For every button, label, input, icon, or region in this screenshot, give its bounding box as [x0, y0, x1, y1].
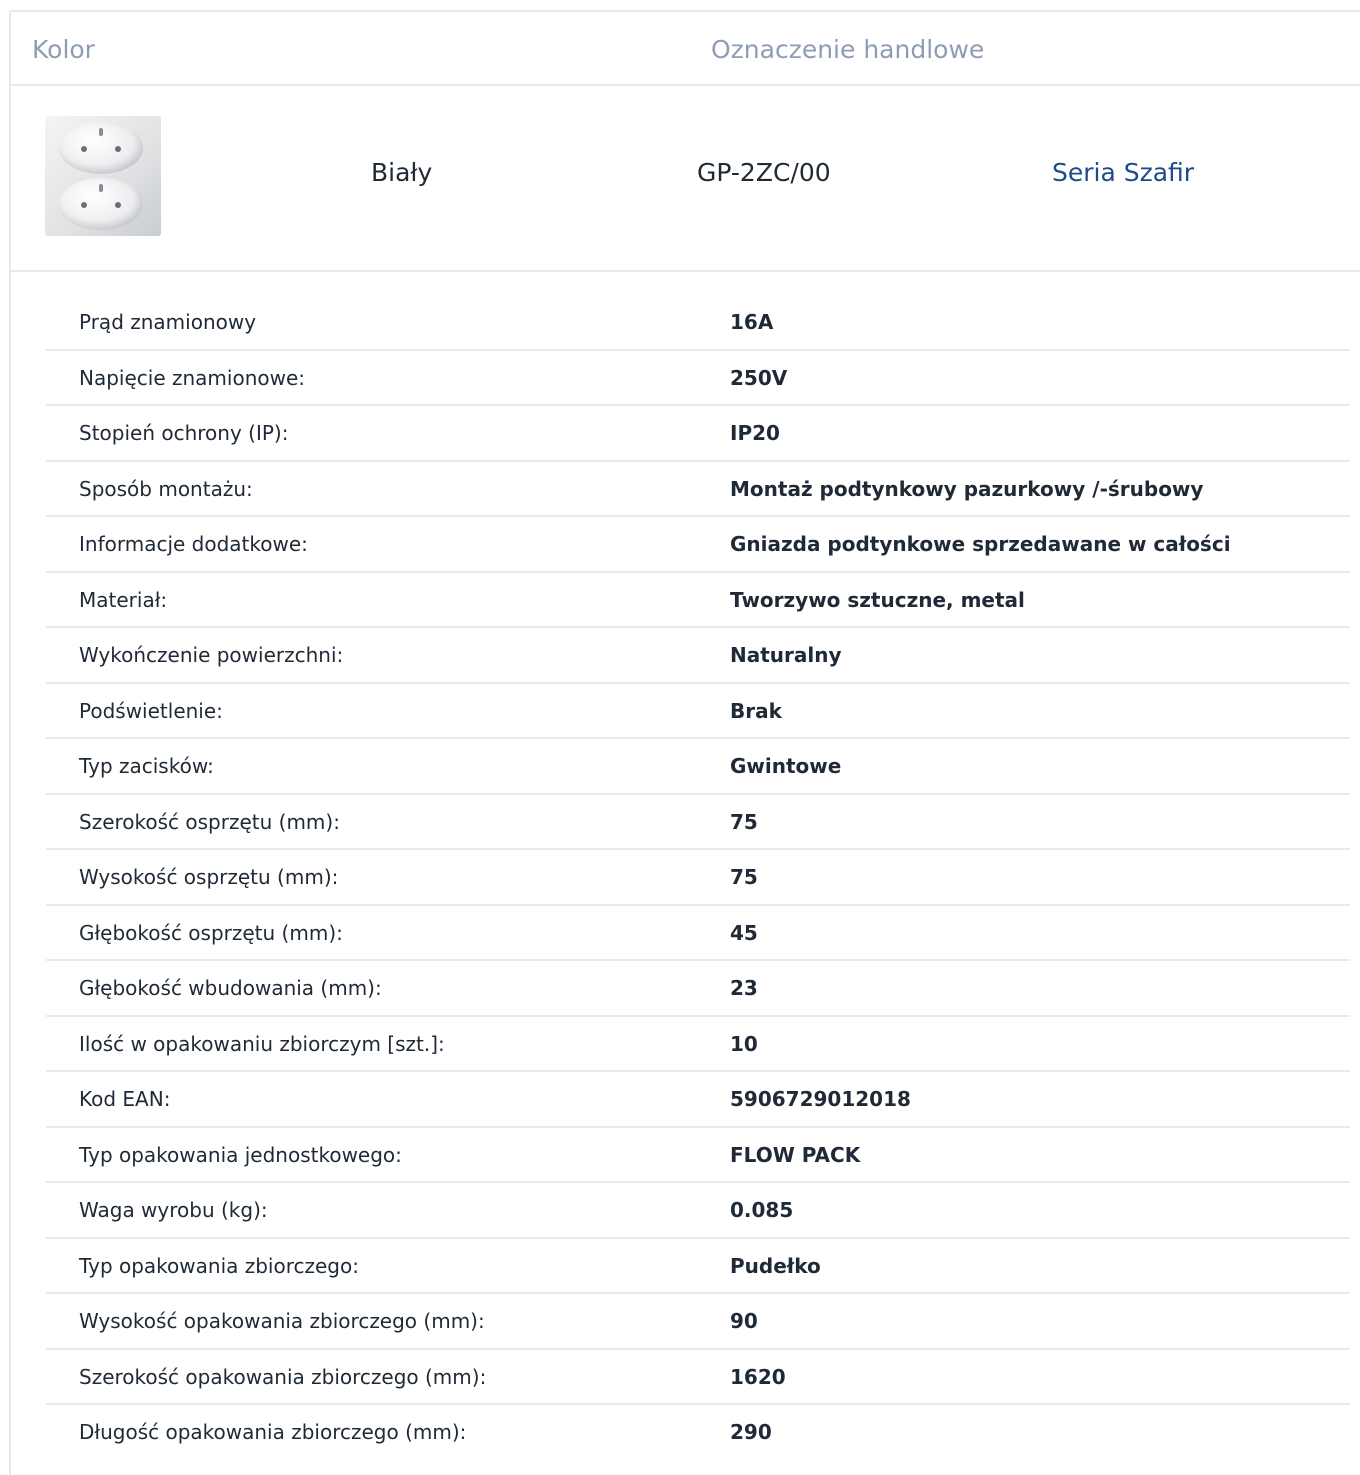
- spec-label: Typ opakowania jednostkowego:: [79, 1142, 402, 1167]
- spec-label: Szerokość osprzętu (mm):: [79, 809, 340, 834]
- table-row: Podświetlenie: Brak: [46, 684, 1350, 739]
- table-row: Waga wyrobu (kg): 0.085: [46, 1183, 1350, 1239]
- spec-value: FLOW PACK: [730, 1142, 861, 1167]
- socket-bottom: [59, 178, 143, 230]
- double-socket-icon: [45, 116, 161, 236]
- spec-label: Szerokość opakowania zbiorczego (mm):: [79, 1364, 487, 1389]
- spec-value: IP20: [730, 421, 780, 445]
- spec-table: Prąd znamionowy 16A Napięcie znamionowe: 25…: [46, 295, 1350, 1461]
- socket-top: [59, 122, 143, 174]
- table-row: Szerokość opakowania zbiorczego (mm): 162…: [46, 1350, 1350, 1405]
- table-row: Typ opakowania zbiorczego: Pudełko: [46, 1239, 1350, 1294]
- table-row: Wykończenie powierzchni: Naturalny: [46, 628, 1350, 684]
- spec-label: Kod EAN:: [79, 1087, 171, 1111]
- spec-value: 75: [730, 809, 758, 834]
- spec-label: Głębokość osprzętu (mm):: [79, 920, 343, 945]
- table-row: Kod EAN: 5906729012018: [46, 1072, 1350, 1128]
- spec-label: Głębokość wbudowania (mm):: [79, 976, 382, 1000]
- header-kolor: Kolor: [32, 35, 95, 64]
- table-row: Typ zacisków: Gwintowe: [46, 739, 1350, 795]
- table-row: Prąd znamionowy 16A: [46, 295, 1350, 351]
- spec-label: Wykończenie powierzchni:: [79, 643, 344, 667]
- table-row: Ilość w opakowaniu zbiorczym [szt.]: 10: [46, 1017, 1350, 1072]
- spec-value: Pudełko: [730, 1253, 821, 1278]
- spec-value: Gwintowe: [730, 754, 842, 778]
- table-row: Materiał: Tworzywo sztuczne, metal: [46, 573, 1350, 628]
- spec-value: 5906729012018: [730, 1087, 911, 1111]
- table-row: Wysokość opakowania zbiorczego (mm): 90: [46, 1294, 1350, 1350]
- table-row: Typ opakowania jednostkowego: FLOW PACK: [46, 1128, 1350, 1183]
- spec-label: Ilość w opakowaniu zbiorczym [szt.]:: [79, 1031, 445, 1056]
- spec-label: Napięcie znamionowe:: [79, 365, 306, 390]
- table-row: Głębokość osprzętu (mm): 45: [46, 906, 1350, 961]
- spec-value: 45: [730, 920, 758, 945]
- table-row: Informacje dodatkowe: Gniazda podtynkowe …: [46, 517, 1350, 573]
- spec-value: Brak: [730, 698, 782, 723]
- trade-code: GP-2ZC/00: [697, 158, 831, 187]
- spec-value: Montaż podtynkowy pazurkowy /-śrubowy: [730, 476, 1204, 501]
- spec-value: 16A: [730, 310, 774, 334]
- spec-value: Tworzywo sztuczne, metal: [730, 587, 1025, 612]
- spec-label: Wysokość osprzętu (mm):: [79, 865, 339, 889]
- spec-label: Stopień ochrony (IP):: [79, 421, 289, 445]
- table-row: Sposób montażu: Montaż podtynkowy pazurko…: [46, 462, 1350, 517]
- spec-label: Informacje dodatkowe:: [79, 532, 308, 556]
- spec-value: 0.085: [730, 1198, 794, 1222]
- spec-value: 10: [730, 1031, 758, 1056]
- spec-label: Podświetlenie:: [79, 698, 223, 723]
- header-oznaczenie-handlowe: Oznaczenie handlowe: [711, 35, 985, 64]
- spec-label: Waga wyrobu (kg):: [79, 1198, 268, 1222]
- spec-value: 75: [730, 865, 758, 889]
- spec-value: 90: [730, 1309, 758, 1333]
- spec-value: 23: [730, 976, 758, 1000]
- spec-value: 290: [730, 1420, 772, 1444]
- color-name: Biały: [371, 158, 433, 187]
- table-row: Długość opakowania zbiorczego (mm): 290: [46, 1405, 1350, 1461]
- spec-value: Gniazda podtynkowe sprzedawane w całości: [730, 532, 1231, 556]
- spec-label: Prąd znamionowy: [79, 310, 257, 334]
- series-link[interactable]: Seria Szafir: [1052, 86, 1194, 260]
- spec-label: Materiał:: [79, 587, 168, 612]
- table-header-row: Kolor Oznaczenie handlowe: [11, 12, 1360, 86]
- spec-value: Naturalny: [730, 643, 842, 667]
- spec-label: Typ zacisków:: [79, 754, 214, 778]
- spec-label: Sposób montażu:: [79, 476, 253, 501]
- table-row: Szerokość osprzętu (mm): 75: [46, 795, 1350, 850]
- spec-value: 250V: [730, 365, 788, 390]
- spec-label: Typ opakowania zbiorczego:: [79, 1253, 359, 1278]
- table-row: Stopień ochrony (IP): IP20: [46, 406, 1350, 462]
- spec-label: Wysokość opakowania zbiorczego (mm):: [79, 1309, 485, 1333]
- spec-value: 1620: [730, 1364, 786, 1389]
- table-row: Głębokość wbudowania (mm): 23: [46, 961, 1350, 1017]
- spec-label: Długość opakowania zbiorczego (mm):: [79, 1420, 467, 1444]
- product-row: Biały GP-2ZC/00 Seria Szafir: [11, 86, 1360, 272]
- table-row: Wysokość osprzętu (mm): 75: [46, 850, 1350, 906]
- table-row: Napięcie znamionowe: 250V: [46, 351, 1350, 406]
